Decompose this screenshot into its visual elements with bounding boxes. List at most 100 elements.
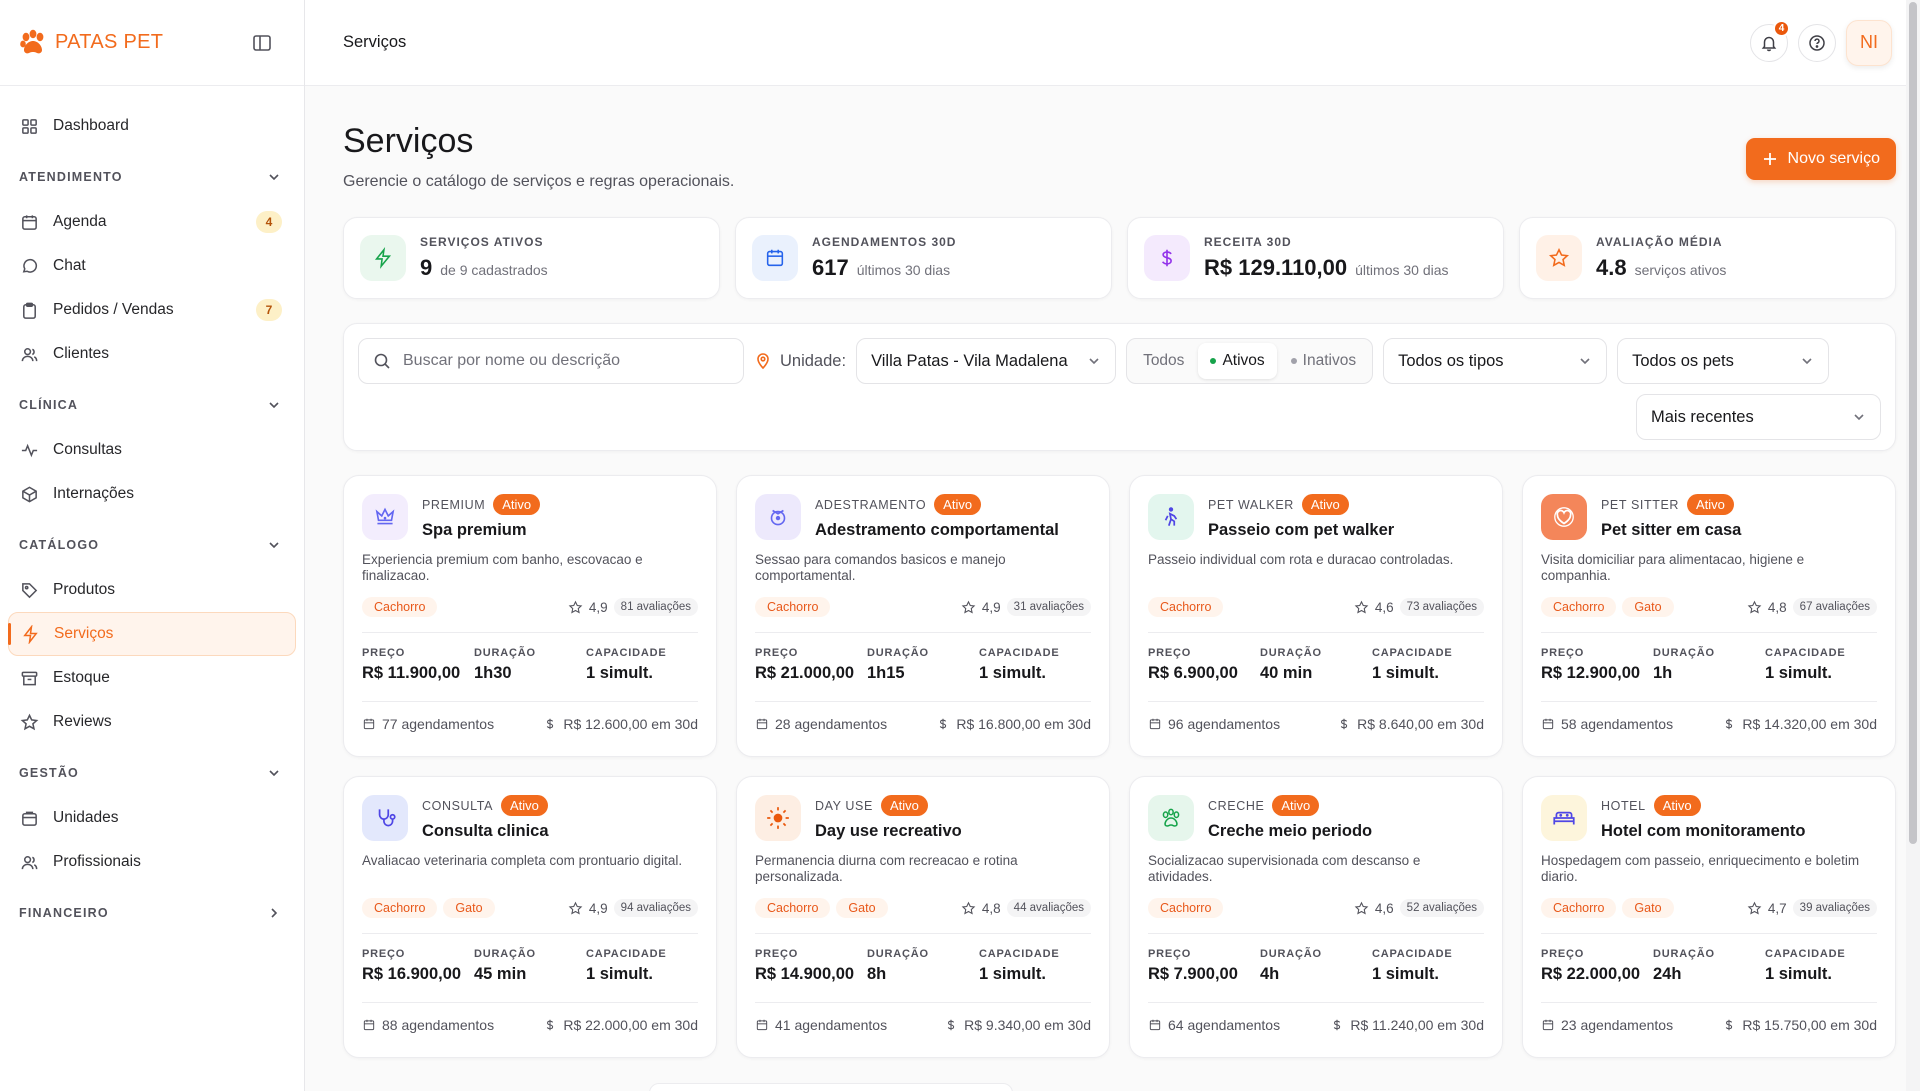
stat-value: R$ 129.110,00 — [1204, 255, 1348, 280]
stat-label: AVALIAÇÃO MÉDIA — [1596, 235, 1723, 249]
service-tags: Cachorro 4,6 73 avaliações — [1148, 596, 1484, 618]
card-footer: 41 agendamentos R$ 9.340,00 em 30d — [755, 1002, 1091, 1033]
filters-panel: Buscar por nome ou descrição Unidade: Vi… — [343, 323, 1896, 451]
rating-value: 4,8 — [981, 900, 1001, 916]
service-category: HOTEL — [1601, 798, 1646, 813]
service-card[interactable]: ADESTRAMENTO Ativo Adestramento comportame… — [736, 475, 1110, 757]
card-footer: 23 agendamentos R$ 15.750,00 em 30d — [1541, 1002, 1877, 1033]
service-card[interactable] — [649, 1083, 1013, 1091]
reviews-count: 81 avaliações — [613, 598, 698, 616]
sidebar-toggle-icon[interactable] — [251, 32, 273, 54]
stat-capacity: CAPACIDADE 1 simult. — [1372, 647, 1484, 683]
revenue-value: R$ 9.340,00 em 30d — [964, 1017, 1091, 1033]
bookings-info: 64 agendamentos — [1148, 1017, 1280, 1033]
stat-label: AGENDAMENTOS 30D — [812, 235, 957, 249]
dollar-icon — [547, 718, 554, 730]
service-category-row: CRECHE Ativo — [1208, 795, 1372, 816]
pet-tag: Cachorro — [1148, 898, 1224, 918]
status-option-ativos[interactable]: Ativos — [1198, 343, 1277, 379]
sidebar-item-unidades[interactable]: Unidades — [8, 796, 296, 840]
stat-value-row: 4.8 serviços ativos — [1596, 255, 1726, 281]
sidebar-section-financeiro[interactable]: FINANCEIRO — [8, 890, 296, 936]
sidebar-item-label: Unidades — [53, 809, 119, 826]
stat-duration: DURAÇÃO 1h — [1653, 647, 1765, 683]
rating-value: 4,6 — [1374, 599, 1394, 615]
pet-select[interactable]: Todos os pets — [1617, 338, 1830, 384]
capacity-label: CAPACIDADE — [979, 948, 1060, 960]
sidebar-item-estoque[interactable]: Estoque — [8, 656, 296, 700]
chevron-down-icon — [1580, 358, 1590, 365]
price-label: PREÇO — [755, 647, 799, 659]
stat-duration: DURAÇÃO 1h15 — [867, 647, 979, 683]
sidebar-item-chat[interactable]: Chat — [8, 244, 296, 288]
sort-select[interactable]: Mais recentes — [1636, 394, 1881, 440]
service-title[interactable]: Consulta clinica — [422, 822, 549, 841]
price-label: PREÇO — [1541, 647, 1585, 659]
unit-select[interactable]: Villa Patas - Vila Madalena — [856, 338, 1117, 384]
user-avatar[interactable]: NI — [1846, 19, 1892, 66]
help-button[interactable] — [1798, 23, 1836, 62]
stat-duration: DURAÇÃO 45 min — [474, 948, 586, 984]
unit-label: Unidade: — [754, 352, 846, 371]
sidebar-item-dashboard[interactable]: Dashboard — [8, 104, 296, 148]
sidebar-section-gestao[interactable]: GESTÃO — [8, 750, 296, 796]
service-card[interactable]: CONSULTA Ativo Consulta clinica Avaliacao v… — [343, 776, 717, 1058]
scrollbar-thumb[interactable] — [1909, 2, 1917, 844]
sidebar-section-catalogo[interactable]: CATÁLOGO — [8, 522, 296, 568]
service-title[interactable]: Spa premium — [422, 521, 540, 540]
revenue-value: R$ 11.240,00 em 30d — [1350, 1017, 1484, 1033]
new-service-button[interactable]: Novo serviço — [1745, 138, 1896, 180]
service-description: Passeio individual com rota e duracao co… — [1148, 552, 1454, 567]
status-segmented-control: Todos Ativos Inativos — [1126, 338, 1374, 384]
chat-icon — [22, 258, 38, 273]
service-category-row: CONSULTA Ativo — [422, 795, 549, 816]
service-title[interactable]: Day use recreativo — [815, 822, 962, 841]
chevron-down-icon — [269, 542, 279, 549]
sidebar-item-clientes[interactable]: Clientes — [8, 332, 296, 376]
service-description: Sessao para comandos basicos e manejo co… — [755, 552, 1006, 583]
card-footer: 77 agendamentos R$ 12.600,00 em 30d — [362, 701, 698, 732]
service-card[interactable]: DAY USE Ativo Day use recreativo Permanenci… — [736, 776, 1110, 1058]
reviews-count: 73 avaliações — [1399, 598, 1484, 616]
service-description: Experiencia premium com banho, escovacao… — [362, 552, 643, 583]
sidebar-item-pedidos[interactable]: Pedidos / Vendas 7 — [8, 288, 296, 332]
service-category: PET SITTER — [1601, 497, 1680, 512]
sidebar-item-internacoes[interactable]: Internações — [8, 472, 296, 516]
sidebar-section-atendimento[interactable]: ATENDIMENTO — [8, 154, 296, 200]
sidebar-section-clinica[interactable]: CLÍNICA — [8, 382, 296, 428]
service-card[interactable]: PREMIUM Ativo Spa premium Experiencia premi… — [343, 475, 717, 757]
sidebar-item-label: Chat — [53, 257, 86, 274]
service-title[interactable]: Passeio com pet walker — [1208, 521, 1394, 540]
service-title[interactable]: Adestramento comportamental — [815, 521, 1059, 540]
service-title[interactable]: Hotel com monitoramento — [1601, 822, 1805, 841]
card-footer: 64 agendamentos R$ 11.240,00 em 30d — [1148, 1002, 1484, 1033]
sidebar-item-profissionais[interactable]: Profissionais — [8, 840, 296, 884]
sidebar-item-produtos[interactable]: Produtos — [8, 568, 296, 612]
service-card[interactable]: HOTEL Ativo Hotel com monitoramento Hospeda… — [1522, 776, 1896, 1058]
service-title[interactable]: Pet sitter em casa — [1601, 521, 1741, 540]
sidebar-item-agenda[interactable]: Agenda 4 — [8, 200, 296, 244]
service-card[interactable]: PET WALKER Ativo Passeio com pet walker Pas… — [1129, 475, 1503, 757]
service-card[interactable]: CRECHE Ativo Creche meio periodo Socializac… — [1129, 776, 1503, 1058]
sidebar-item-reviews[interactable]: Reviews — [8, 700, 296, 744]
service-tags: Cachorro Gato 4,8 67 avaliações — [1541, 596, 1877, 618]
divider — [1541, 632, 1877, 633]
service-rating: 4,9 81 avaliações — [568, 598, 698, 616]
type-select[interactable]: Todos os tipos — [1383, 338, 1608, 384]
status-option-todos[interactable]: Todos — [1131, 343, 1196, 379]
search-input[interactable]: Buscar por nome ou descrição — [358, 338, 744, 384]
service-card[interactable]: PET SITTER Ativo Pet sitter em casa Visita … — [1522, 475, 1896, 757]
sidebar-item-consultas[interactable]: Consultas — [8, 428, 296, 472]
notifications-button[interactable]: 4 — [1750, 19, 1790, 62]
calendar-icon — [756, 718, 768, 730]
calendar-icon — [363, 718, 375, 730]
service-title[interactable]: Creche meio periodo — [1208, 822, 1372, 841]
service-icon — [362, 795, 408, 841]
bookings-info: 96 agendamentos — [1148, 716, 1280, 732]
scrollbar[interactable] — [1906, 0, 1920, 1091]
status-option-inativos[interactable]: Inativos — [1279, 343, 1368, 379]
users-icon — [21, 855, 38, 869]
top-actions: 4 NI — [1750, 19, 1892, 66]
brand-logo[interactable]: PATAS PET — [19, 29, 163, 57]
sidebar-item-servicos[interactable]: Serviços — [8, 612, 296, 656]
